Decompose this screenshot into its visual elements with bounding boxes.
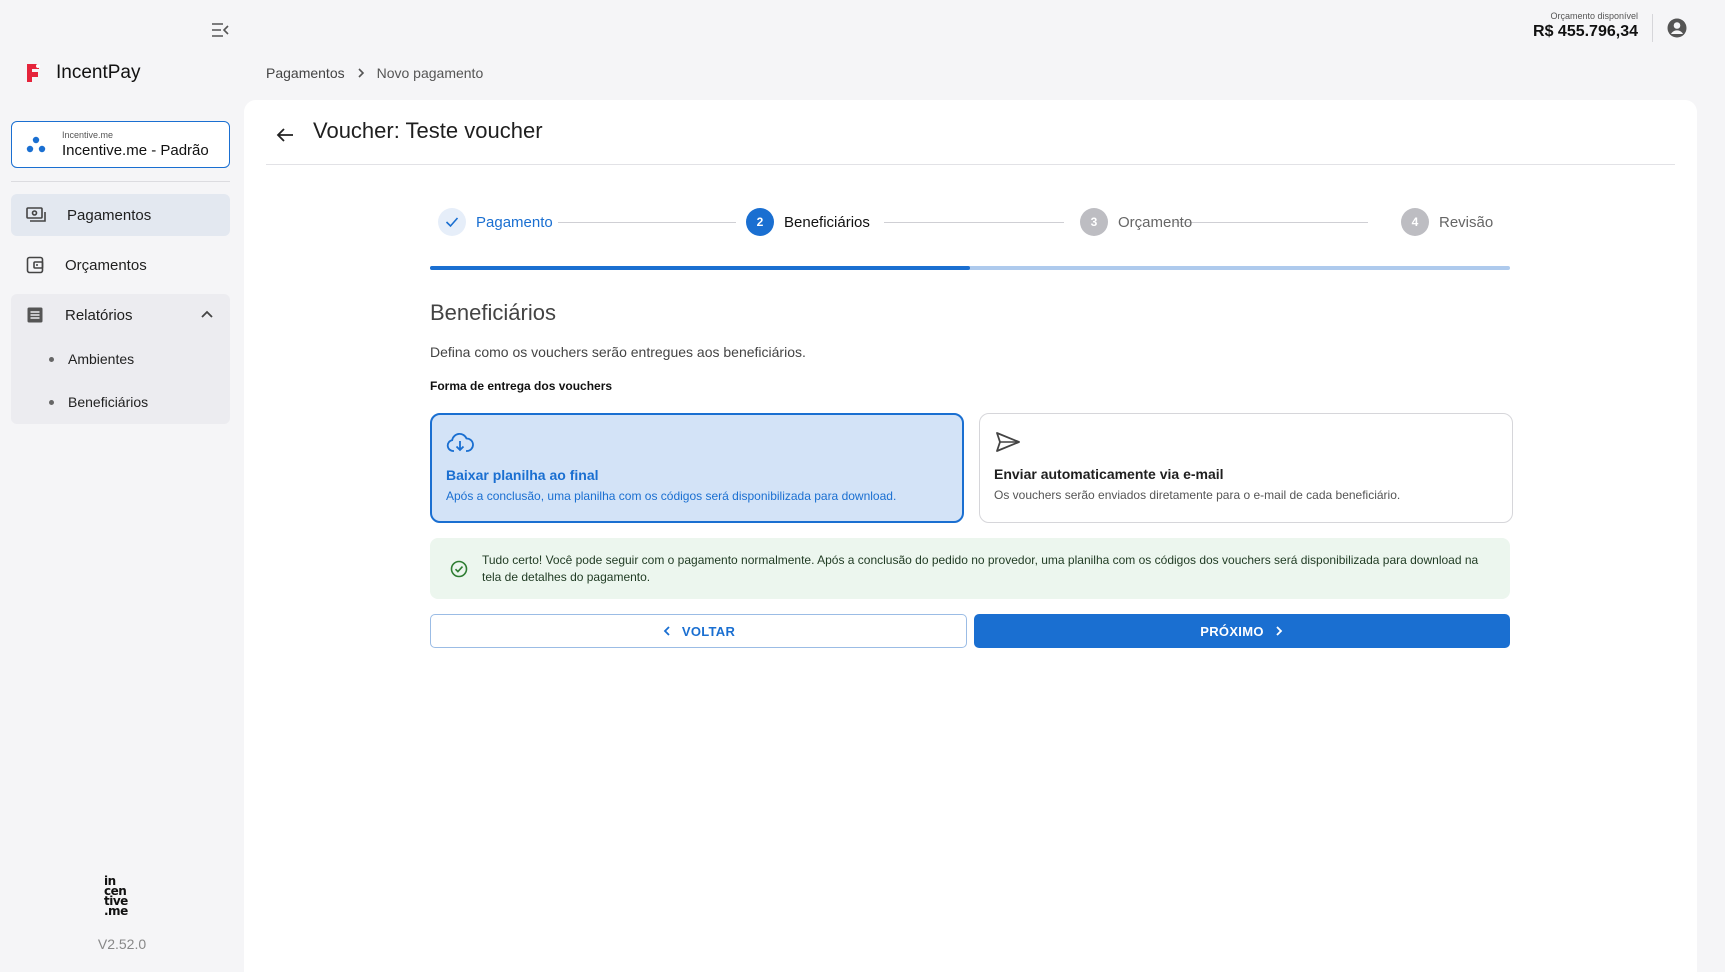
- environment-icon: [26, 136, 46, 154]
- chevron-right-icon: [1274, 625, 1284, 637]
- wallet-icon: [26, 256, 44, 274]
- step-progress-fill: [430, 266, 970, 270]
- step-label: Beneficiários: [784, 213, 870, 231]
- sidebar-group-relatorios: Relatórios Ambientes Beneficiários: [11, 294, 230, 424]
- step-progress-bar: [430, 266, 1510, 270]
- sidebar-subitem-ambientes[interactable]: Ambientes: [11, 341, 230, 377]
- option-download-spreadsheet[interactable]: Baixar planilha ao final Após a conclusã…: [430, 413, 964, 523]
- menu-collapse-icon: [211, 23, 229, 37]
- incentive-me-logo: in cen tive .me: [104, 874, 128, 918]
- environment-selector[interactable]: Incentive.me Incentive.me - Padrão: [11, 121, 230, 168]
- stepper: Pagamento 2 Beneficiários 3 Orçamento 4 …: [430, 208, 1510, 238]
- chevron-right-icon: [355, 67, 367, 79]
- sidebar-item-orcamentos[interactable]: Orçamentos: [11, 244, 230, 286]
- report-icon: [26, 306, 44, 324]
- sidebar-item-pagamentos[interactable]: Pagamentos: [11, 194, 230, 236]
- step-label: Orçamento: [1118, 213, 1193, 231]
- section-description: Defina como os vouchers serão entregues …: [430, 344, 806, 360]
- step-number: 2: [746, 208, 774, 236]
- page-title: Voucher: Teste voucher: [313, 118, 543, 143]
- banknote-icon: [26, 207, 46, 223]
- sidebar-divider: [11, 181, 230, 182]
- delivery-method-label: Forma de entrega dos vouchers: [430, 379, 613, 393]
- environment-caption: Incentive.me: [62, 129, 114, 140]
- alert-message: Tudo certo! Você pode seguir com o pagam…: [482, 552, 1479, 584]
- arrow-left-icon: [276, 127, 294, 143]
- step-number: 3: [1080, 208, 1108, 236]
- account-circle-icon: [1666, 17, 1688, 39]
- main-card: Voucher: Teste voucher Pagamento 2 Benef…: [244, 100, 1697, 972]
- chevron-left-icon: [662, 625, 672, 637]
- step-label: Pagamento: [476, 213, 553, 231]
- option-description: Os vouchers serão enviados diretamente p…: [994, 488, 1401, 502]
- check-circle-icon: [450, 560, 468, 578]
- sidebar-subitem-beneficiarios[interactable]: Beneficiários: [11, 384, 230, 420]
- breadcrumb-current: Novo pagamento: [376, 65, 484, 81]
- sidebar: IncentPay Incentive.me Incentive.me - Pa…: [0, 0, 244, 972]
- back-button-label: VOLTAR: [681, 623, 736, 639]
- back-button[interactable]: VOLTAR: [430, 614, 967, 648]
- breadcrumb-link-pagamentos[interactable]: Pagamentos: [266, 65, 345, 81]
- sidebar-item-label: Relatórios: [65, 306, 133, 324]
- section-title: Beneficiários: [430, 300, 556, 325]
- sidebar-item-label: Orçamentos: [65, 256, 147, 274]
- send-icon: [994, 429, 1022, 455]
- step-connector: [1174, 222, 1368, 223]
- budget-caption: Orçamento disponível: [1550, 11, 1638, 21]
- back-arrow-button[interactable]: [272, 122, 298, 148]
- incentpay-logo-icon: [24, 62, 42, 84]
- option-title: Enviar automaticamente via e-mail: [994, 466, 1224, 482]
- user-menu-button[interactable]: [1666, 17, 1688, 39]
- step-number: 4: [1401, 208, 1429, 236]
- step-pagamento[interactable]: Pagamento: [438, 208, 553, 236]
- step-orcamento[interactable]: 3 Orçamento: [1080, 208, 1192, 236]
- sidebar-item-relatorios[interactable]: Relatórios: [11, 294, 230, 336]
- option-description: Após a conclusão, uma planilha com os có…: [446, 489, 897, 503]
- success-alert: Tudo certo! Você pode seguir com o pagam…: [430, 538, 1510, 599]
- available-budget: Orçamento disponível R$ 455.796,34: [1533, 11, 1638, 41]
- step-label: Revisão: [1439, 213, 1494, 231]
- topbar-divider: [1652, 14, 1653, 42]
- app-version: V2.52.0: [97, 936, 147, 952]
- bullet-icon: [49, 356, 54, 362]
- step-connector: [884, 222, 1064, 223]
- breadcrumb: Pagamentos Novo pagamento: [266, 65, 483, 81]
- step-revisao[interactable]: 4 Revisão: [1401, 208, 1493, 236]
- environment-value: Incentive.me - Padrão: [62, 141, 209, 159]
- cloud-download-icon: [446, 430, 474, 456]
- option-title: Baixar planilha ao final: [446, 467, 599, 483]
- brand-name: IncentPay: [56, 62, 141, 83]
- step-beneficiarios[interactable]: 2 Beneficiários: [746, 208, 870, 236]
- bullet-icon: [49, 399, 54, 405]
- header-divider: [266, 164, 1675, 165]
- step-connector: [558, 222, 736, 223]
- brand[interactable]: IncentPay: [24, 62, 141, 84]
- option-send-email[interactable]: Enviar automaticamente via e-mail Os vou…: [979, 413, 1513, 523]
- collapse-sidebar-button[interactable]: [206, 16, 234, 44]
- check-icon: [438, 208, 466, 236]
- chevron-up-icon[interactable]: [200, 307, 214, 321]
- next-button[interactable]: PRÓXIMO: [974, 614, 1510, 648]
- sidebar-subitem-label: Ambientes: [68, 351, 135, 367]
- sidebar-subitem-label: Beneficiários: [68, 394, 149, 410]
- budget-value: R$ 455.796,34: [1533, 23, 1638, 40]
- next-button-label: PRÓXIMO: [1200, 623, 1264, 639]
- sidebar-item-label: Pagamentos: [67, 206, 152, 224]
